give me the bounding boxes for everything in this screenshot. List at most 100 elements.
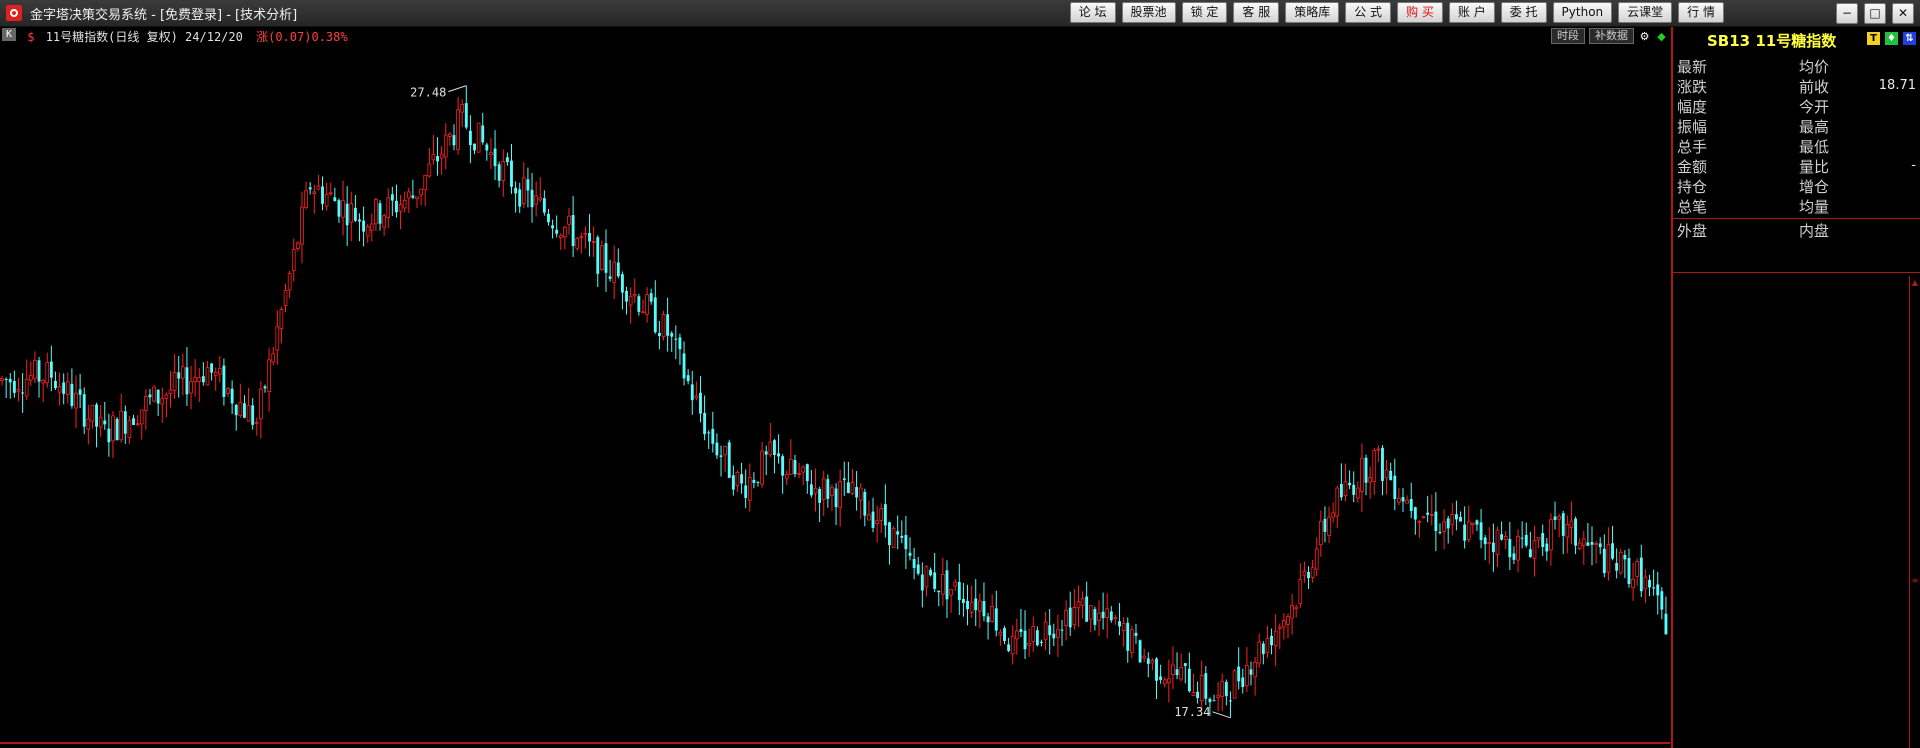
candle — [678, 333, 682, 365]
candle — [1664, 596, 1668, 635]
symbol-mark: $ — [27, 30, 35, 44]
forum-button[interactable]: 论 坛 — [1069, 2, 1116, 23]
close-button[interactable]: ✕ — [1892, 3, 1914, 24]
candle — [1581, 530, 1586, 565]
candle — [855, 471, 859, 511]
customer-service-button[interactable]: 客 服 — [1233, 2, 1280, 23]
candle — [699, 376, 702, 423]
candle — [436, 137, 439, 176]
candle — [287, 271, 292, 299]
scroll-grip-icon[interactable]: ≡ — [1911, 576, 1919, 586]
strategy-library-button[interactable]: 策略库 — [1285, 2, 1340, 23]
candle — [1093, 606, 1097, 631]
candle — [920, 562, 924, 608]
candle — [328, 182, 333, 196]
candle — [308, 182, 312, 195]
candle — [1265, 625, 1270, 658]
outer-volume-label: 外盘 — [1677, 222, 1708, 240]
candle — [493, 130, 497, 181]
stock-pool-button[interactable]: 股票池 — [1121, 2, 1176, 23]
account-button[interactable]: 账 户 — [1448, 2, 1495, 23]
candlestick-chart[interactable]: 27.48 17.34 — [0, 27, 1670, 748]
candle — [103, 401, 107, 430]
green-diamond-icon[interactable]: ♦ — [1885, 32, 1898, 45]
purchase-button[interactable]: 购 买 — [1397, 2, 1443, 23]
candle — [670, 331, 674, 352]
candle — [1508, 521, 1512, 571]
panel-scrollbar[interactable]: ▲ ≡ — [1909, 276, 1920, 748]
candle — [358, 213, 361, 242]
time-period-button[interactable]: 时段 — [1551, 28, 1585, 44]
cloud-class-button[interactable]: 云课堂 — [1618, 2, 1673, 23]
candle — [1500, 521, 1504, 541]
candle — [1175, 652, 1179, 680]
quote-value: - — [1911, 158, 1916, 173]
quote-label: 涨跌 — [1677, 78, 1708, 96]
candle — [119, 393, 124, 443]
quote-label: 总笔 — [1677, 198, 1708, 216]
candle — [1495, 526, 1500, 568]
candle — [41, 378, 45, 403]
candle — [1335, 485, 1340, 529]
order-button[interactable]: 委 托 — [1500, 2, 1547, 23]
candle — [1043, 611, 1048, 651]
candle — [1229, 691, 1232, 718]
sort-icon[interactable]: ⇅ — [1903, 32, 1916, 45]
candle — [160, 387, 165, 423]
inner-volume-label: 内盘 — [1799, 222, 1830, 240]
candle — [711, 411, 715, 453]
candle — [900, 520, 904, 544]
candle — [904, 515, 908, 570]
candle — [238, 383, 243, 418]
candle — [747, 463, 752, 512]
candle — [1171, 646, 1175, 689]
candle — [1196, 681, 1200, 704]
fill-data-button[interactable]: 补数据 — [1589, 28, 1634, 44]
python-button[interactable]: Python — [1552, 2, 1613, 23]
maximize-button[interactable]: □ — [1864, 3, 1886, 24]
candle — [953, 579, 958, 592]
candle — [395, 184, 398, 218]
candle — [1520, 521, 1524, 549]
candle — [1113, 614, 1118, 625]
candle — [1417, 520, 1422, 538]
minimize-button[interactable]: − — [1836, 3, 1858, 24]
quote-grid: 最新 均价 涨跌 前收 18.71 幅度 今开 振幅 最高 总手 最低 金额 量… — [1673, 56, 1920, 216]
candle — [1138, 639, 1142, 664]
candle — [547, 208, 550, 226]
candle — [263, 384, 267, 393]
candle — [879, 503, 884, 533]
candle — [994, 590, 998, 637]
candle — [1466, 505, 1471, 543]
candle — [382, 213, 386, 236]
candle — [1199, 660, 1204, 711]
market-button[interactable]: 行 情 — [1678, 2, 1724, 23]
kline-chart-area[interactable]: 27.48 17.34 K $ 11号糖指数(日线 复权) 24/12/20 涨(… — [0, 27, 1670, 748]
candle — [1101, 592, 1105, 630]
candle — [1652, 569, 1656, 596]
quote-row: 总手 最低 — [1673, 136, 1920, 156]
candle — [353, 195, 357, 223]
candle — [1643, 569, 1648, 604]
quote-label: 最高 — [1799, 118, 1830, 136]
candle — [1314, 537, 1319, 577]
max-label-leader — [448, 85, 467, 93]
candle — [657, 320, 661, 350]
candle — [439, 146, 444, 175]
gear-icon[interactable]: ⚙ — [1638, 30, 1651, 43]
candle — [867, 500, 871, 521]
candle — [961, 582, 965, 617]
candle — [283, 283, 288, 313]
candle — [1212, 694, 1216, 702]
candle — [945, 560, 949, 618]
chart-type-box[interactable]: K — [2, 28, 16, 41]
candle — [966, 584, 969, 626]
candle — [974, 579, 978, 627]
lock-button[interactable]: 锁 定 — [1181, 2, 1228, 23]
scroll-up-arrow-icon[interactable]: ▲ — [1911, 278, 1919, 288]
formula-button[interactable]: 公 式 — [1345, 2, 1392, 23]
candle — [764, 445, 768, 476]
t-icon[interactable]: T — [1867, 32, 1880, 45]
quote-row: 振幅 最高 — [1673, 116, 1920, 136]
diamond-icon[interactable]: ◆ — [1655, 30, 1668, 43]
